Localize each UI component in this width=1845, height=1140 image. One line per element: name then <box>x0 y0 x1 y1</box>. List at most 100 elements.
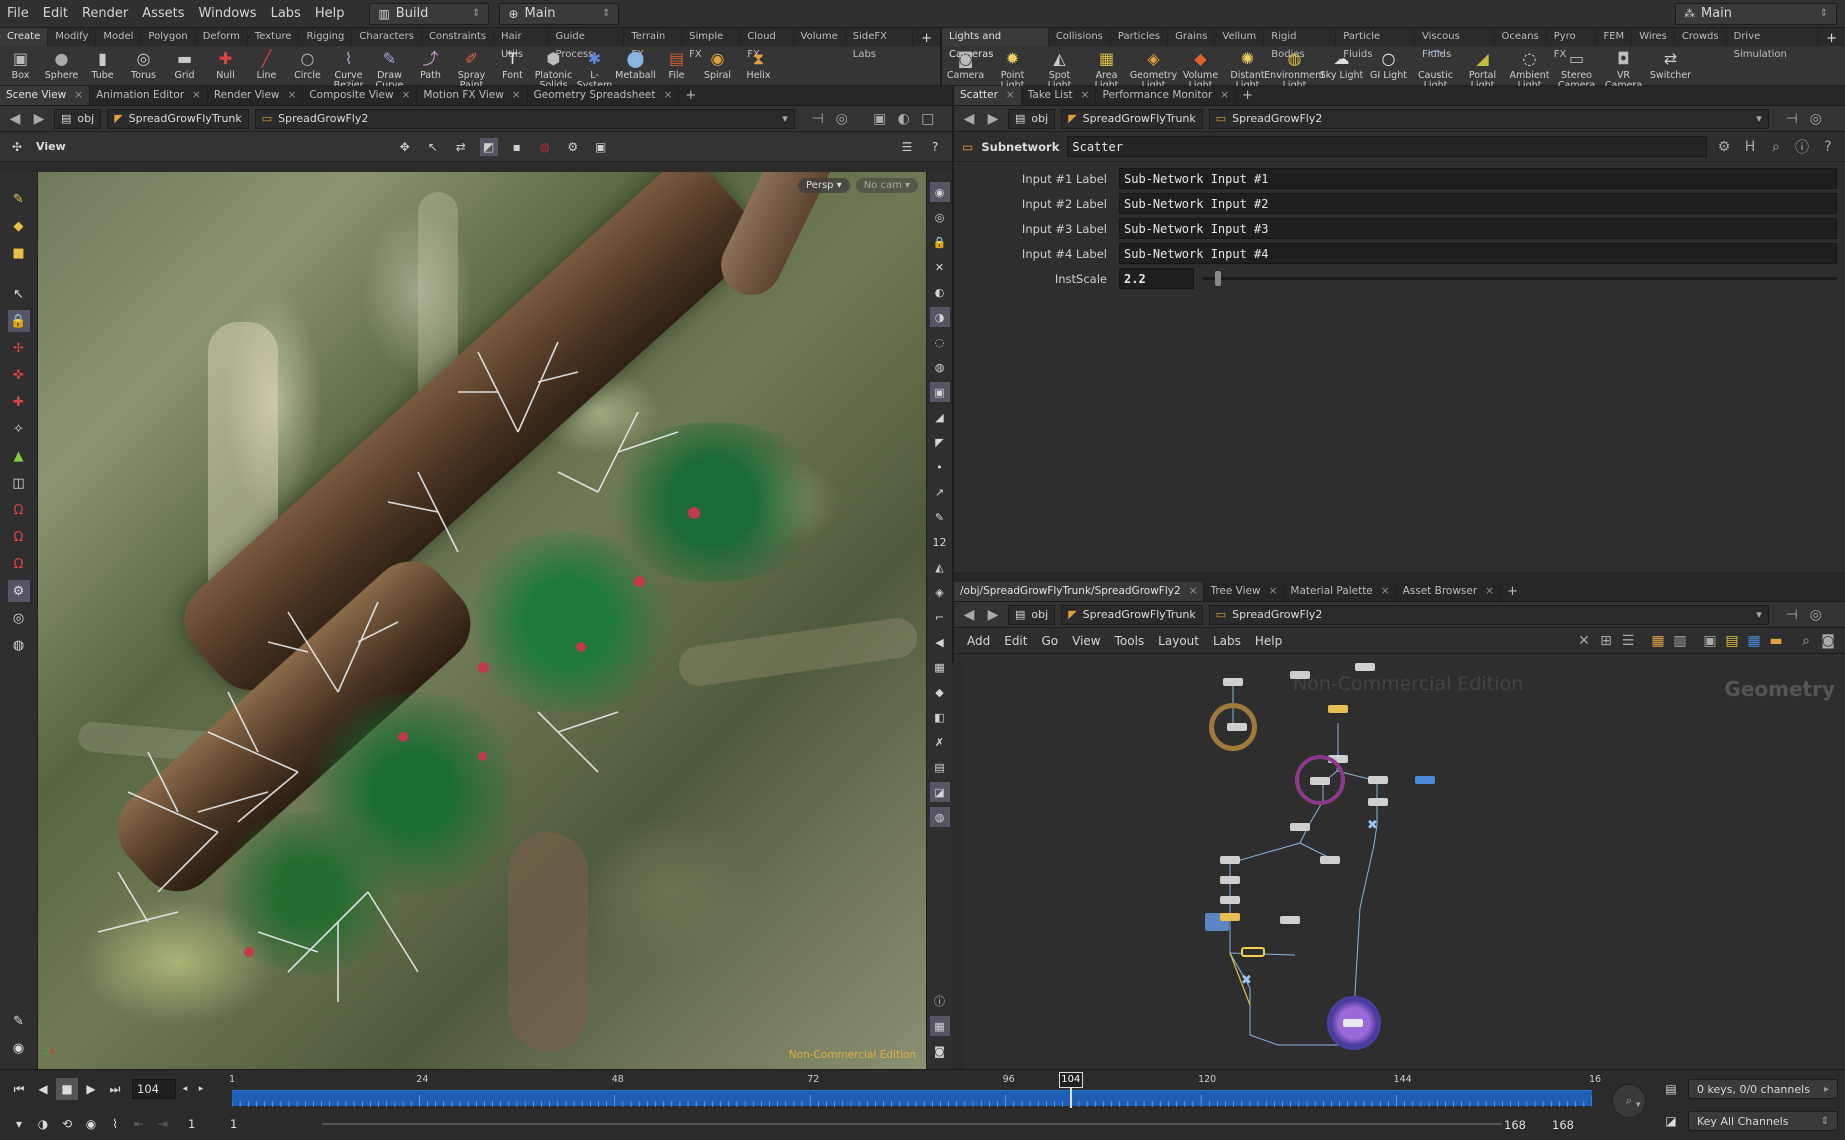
headlight-icon[interactable]: ◌ <box>930 332 950 352</box>
add-tab-icon[interactable]: + <box>679 86 702 105</box>
gear-icon[interactable]: ⚙ <box>1715 139 1733 155</box>
param-field[interactable]: Sub-Network Input #2 <box>1119 193 1837 214</box>
shelf-tool-ambient-light[interactable]: ◌Ambient Light <box>1506 48 1553 91</box>
shelf-tool-spiral[interactable]: ◉ Spiral <box>697 48 738 81</box>
scatter-node[interactable] <box>1310 777 1330 785</box>
shelf-tool-metaball[interactable]: ⬤ Metaball <box>615 48 656 81</box>
paint-tool-icon[interactable]: ◍ <box>8 634 30 656</box>
shading-icon[interactable]: ◩ <box>479 137 498 156</box>
shelf-tab[interactable]: Model <box>96 28 142 46</box>
shelf-tool-file[interactable]: ▤ File <box>656 48 697 81</box>
pane-tab[interactable]: Scene View × <box>0 86 91 105</box>
render-icon[interactable]: ◪ <box>929 782 950 802</box>
shelf-tool-environment-light[interactable]: ◍Environment Light <box>1264 48 1325 91</box>
shelf-tab[interactable]: Polygon <box>141 28 196 46</box>
select-tool-icon[interactable]: ✎ <box>8 188 30 210</box>
scene-viewport[interactable]: Persp ▾ No cam ▾ zx Non-Commercial Editi… <box>38 172 926 1069</box>
magnet2-icon[interactable]: Ω <box>8 526 30 548</box>
close-icon[interactable]: × <box>192 86 201 105</box>
shelf-tab[interactable]: Create <box>0 28 49 46</box>
close-icon[interactable]: × <box>1269 582 1278 601</box>
frame-icon[interactable]: ⌐ <box>930 607 950 627</box>
background-icon[interactable]: ◐ <box>930 282 950 302</box>
pane-divider[interactable] <box>954 572 1845 582</box>
shelf-tool-volume-light[interactable]: ◆Volume Light <box>1177 48 1224 91</box>
shelf-tool-curve-bezier[interactable]: ⌇Curve Bezier <box>328 48 369 91</box>
normal-node[interactable] <box>1368 776 1388 784</box>
magnet-icon[interactable]: Ω <box>8 499 30 521</box>
network-menu-layout[interactable]: Layout <box>1153 634 1204 648</box>
pose-icon[interactable]: ✧ <box>8 418 30 440</box>
add-tab-icon[interactable]: + <box>1236 86 1259 105</box>
snapping-icon[interactable]: ⚙ <box>7 580 30 602</box>
context-dropdown[interactable]: ⊕ Main ⇕ <box>499 2 620 25</box>
info-icon[interactable]: ⓘ <box>930 991 950 1011</box>
shelf-tool-area-light[interactable]: ▦Area Light <box>1083 48 1130 91</box>
pin-icon[interactable]: ⊣ <box>1783 111 1801 127</box>
next-key-icon[interactable]: ⇥ <box>152 1113 174 1135</box>
prev-key-icon[interactable]: ⇤ <box>128 1113 150 1135</box>
shelf-tool-draw-curve[interactable]: ✎Draw Curve <box>369 48 410 91</box>
breadcrumb-trunk[interactable]: ◤ SpreadGrowFlyTrunk <box>107 108 249 129</box>
normal-node[interactable] <box>1415 776 1435 784</box>
pane-tab[interactable]: Take List × <box>1022 86 1097 105</box>
shelf-tab[interactable]: Simple FX <box>682 28 741 60</box>
network-menu-add[interactable]: Add <box>962 634 995 648</box>
instscale-slider[interactable] <box>1202 268 1837 289</box>
snapshot-icon[interactable]: ◙ <box>930 1041 950 1061</box>
close-icon[interactable]: × <box>512 86 521 105</box>
output-node-body[interactable] <box>1343 1019 1363 1027</box>
merge-node-icon[interactable]: ✖ <box>1241 973 1252 988</box>
slider-knob[interactable] <box>1214 271 1221 286</box>
info-icon[interactable]: ⓘ <box>1793 137 1811 157</box>
settings-icon[interactable]: ◉ <box>8 1037 30 1059</box>
subnet-input-node[interactable] <box>1223 678 1243 686</box>
link-icon[interactable]: ◎ <box>1807 607 1825 623</box>
shelf-tool-switcher[interactable]: ⇄ Switcher <box>1647 48 1694 81</box>
shelf-tool-portal-light[interactable]: ◢Portal Light <box>1459 48 1506 91</box>
brush-icon[interactable]: ✎ <box>8 1010 30 1032</box>
houdini-icon[interactable]: H <box>1741 139 1759 155</box>
pane-tab[interactable]: Animation Editor × <box>90 86 208 105</box>
select-points-icon[interactable]: ◆ <box>8 215 30 237</box>
close-icon[interactable]: × <box>1189 582 1198 601</box>
poly-reduce-node[interactable] <box>1368 798 1388 806</box>
uv-display-icon[interactable]: ◭ <box>930 557 950 577</box>
back-arrow-icon[interactable]: ◀ <box>6 111 24 127</box>
shelf-tab[interactable]: Rigging <box>299 28 353 46</box>
realtime-icon[interactable]: ▾ <box>8 1113 30 1135</box>
shelf-tab[interactable]: Texture <box>248 28 300 46</box>
search-icon[interactable]: ⌕ <box>1797 633 1815 649</box>
forward-arrow-icon[interactable]: ▶ <box>30 111 48 127</box>
shelf-tab[interactable]: Rigid Bodies <box>1264 28 1337 60</box>
close-icon[interactable]: × <box>1485 582 1494 601</box>
shelf-tool-tube[interactable]: ▮ Tube <box>82 48 123 81</box>
shelf-tab[interactable]: Modify <box>48 28 97 46</box>
stop-icon[interactable]: ■ <box>56 1078 78 1100</box>
note-icon[interactable]: ▤ <box>1723 633 1741 649</box>
range-bar[interactable] <box>322 1123 1502 1125</box>
display-icon[interactable]: ◐ <box>895 111 913 127</box>
close-icon[interactable]: × <box>1220 86 1229 105</box>
range-end2-field[interactable]: 168 <box>1548 1115 1582 1135</box>
menu-windows[interactable]: Windows <box>192 0 264 28</box>
search-icon[interactable]: ⌕ <box>1767 139 1785 155</box>
select-mode-icon[interactable]: ✣ <box>8 138 26 156</box>
network-menu-go[interactable]: Go <box>1036 634 1063 648</box>
pin-display-icon[interactable]: ◍ <box>929 807 950 827</box>
pin-icon[interactable]: ⊣ <box>809 111 827 127</box>
shelf-tool-gi-light[interactable]: ○ GI Light <box>1365 48 1412 81</box>
jump-end-icon[interactable]: ⏭ <box>104 1078 126 1100</box>
move-handle-icon[interactable]: ↖ <box>424 138 442 156</box>
shelf-tool-grid[interactable]: ▬ Grid <box>164 48 205 81</box>
shelf-tool-null[interactable]: ✚ Null <box>205 48 246 81</box>
forward-arrow-icon[interactable]: ▶ <box>984 111 1002 127</box>
shelf-tab[interactable]: Lights and Cameras <box>942 28 1049 60</box>
material-icon[interactable]: ▣ <box>929 382 950 402</box>
pane-tab[interactable]: Composite View × <box>303 86 418 105</box>
network-menu-help[interactable]: Help <box>1250 634 1287 648</box>
shelf-tab[interactable]: Particle Fluids <box>1336 28 1415 60</box>
geo-display-icon[interactable]: ◤ <box>930 432 950 452</box>
back-arrow-icon[interactable]: ◀ <box>960 111 978 127</box>
pane-tab[interactable]: /obj/SpreadGrowFlyTrunk/SpreadGrowFly2 × <box>954 582 1205 601</box>
